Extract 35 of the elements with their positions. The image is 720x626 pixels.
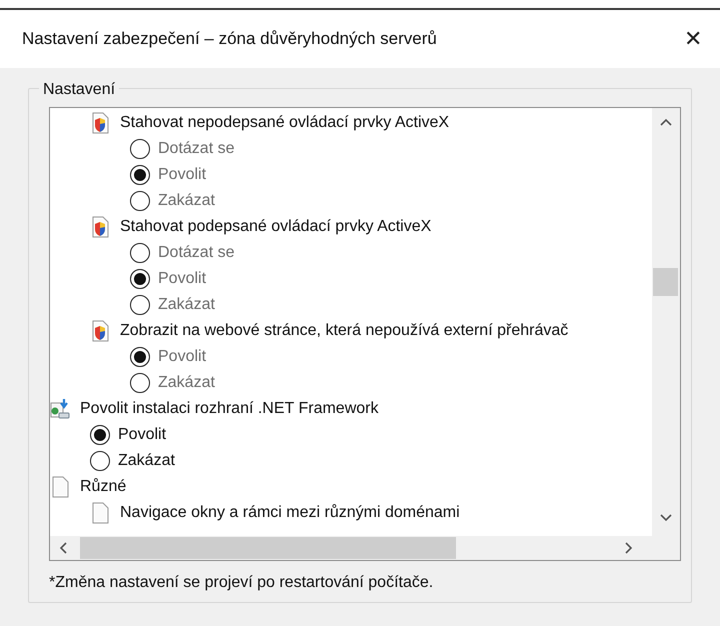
page-icon xyxy=(90,502,110,524)
radio-button[interactable] xyxy=(90,425,110,445)
option-label: Zakázat xyxy=(158,373,215,393)
scroll-right-icon[interactable] xyxy=(625,542,633,554)
shield-document-icon xyxy=(90,112,110,134)
option-label: Zakázat xyxy=(158,191,215,211)
scroll-thumb[interactable] xyxy=(653,268,678,296)
restart-note: *Změna nastavení se projeví po restartování počítače. xyxy=(49,573,434,593)
setting-item[interactable]: Stahovat podepsané ovládací prvky ActiveX xyxy=(50,214,652,240)
vertical-scrollbar[interactable] xyxy=(652,108,680,536)
setting-item[interactable]: Povolit instalaci rozhraní .NET Framework xyxy=(50,396,652,422)
scroll-left-icon[interactable] xyxy=(59,542,67,554)
close-button[interactable]: ✕ xyxy=(684,28,702,50)
option-label: Povolit xyxy=(158,269,206,289)
scroll-down-icon[interactable] xyxy=(660,514,672,522)
option-label: Dotázat se xyxy=(158,243,234,263)
window-title: Nastavení zabezpečení – zóna důvěryhodných serverů xyxy=(22,28,437,50)
shield-document-icon xyxy=(90,320,110,342)
radio-button[interactable] xyxy=(90,451,110,471)
scroll-thumb[interactable] xyxy=(80,537,456,559)
scroll-up-icon[interactable] xyxy=(660,118,672,126)
radio-option[interactable]: Povolit xyxy=(50,422,652,448)
option-label: Zakázat xyxy=(158,295,215,315)
setting-item[interactable]: Různé xyxy=(50,474,652,500)
radio-option[interactable]: Zakázat xyxy=(50,448,652,474)
setting-item[interactable]: Navigace okny a rámci mezi různými doménami xyxy=(50,500,652,526)
option-label: Dotázat se xyxy=(158,139,234,159)
shield-document-icon xyxy=(90,216,110,238)
option-label: Povolit xyxy=(158,165,206,185)
setting-item[interactable]: Stahovat nepodepsané ovládací prvky ActiveX xyxy=(50,110,652,136)
option-label: Povolit xyxy=(158,347,206,367)
horizontal-scrollbar[interactable] xyxy=(50,536,680,560)
option-label: Povolit xyxy=(118,425,166,445)
setting-item[interactable]: Zobrazit na webové stránce, která nepoužívá externí přehrávač xyxy=(50,318,652,344)
option-label: Zakázat xyxy=(118,451,175,471)
